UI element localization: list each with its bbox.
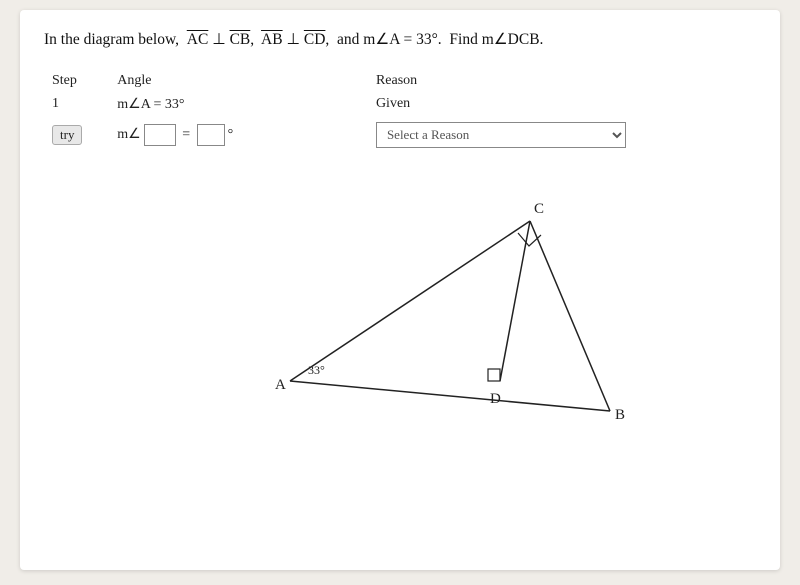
header-reason: Reason bbox=[368, 71, 756, 93]
header-angle: Angle bbox=[109, 71, 368, 93]
main-page: In the diagram below, AC ⊥ CB, AB ⊥ CD, … bbox=[20, 10, 780, 570]
find-text: Find m∠DCB. bbox=[449, 31, 543, 48]
equals-sign: = bbox=[179, 127, 194, 143]
angle-33-label: 33° bbox=[308, 363, 325, 377]
reason-select[interactable]: Select a ReasonGivenDefinition of Perpen… bbox=[376, 122, 626, 148]
segment-cd: CD bbox=[304, 31, 326, 48]
geometry-diagram: A B C D 33° bbox=[160, 161, 640, 441]
problem-prefix: In the diagram below, bbox=[44, 31, 179, 48]
label-d: D bbox=[490, 391, 501, 407]
diagram-area: A B C D 33° bbox=[44, 161, 756, 441]
segment-cb: CB bbox=[230, 31, 251, 48]
header-step: Step bbox=[44, 71, 109, 93]
segment-ab: AB bbox=[261, 31, 283, 48]
problem-text: In the diagram below, AC ⊥ CB, AB ⊥ CD, … bbox=[44, 28, 756, 53]
reason-1: Given bbox=[368, 93, 756, 116]
step-1: 1 bbox=[44, 93, 109, 116]
try-row: try m∠ = ° Select a ReasonGivenDefinitio… bbox=[44, 116, 756, 151]
angle-value-input[interactable] bbox=[197, 124, 225, 146]
m-angle-label: m∠ bbox=[117, 126, 140, 143]
segment-ac: AC bbox=[187, 31, 209, 48]
angle-1: m∠A = 33° bbox=[109, 93, 368, 116]
angle-input-group: m∠ = ° bbox=[117, 124, 233, 146]
try-button[interactable]: try bbox=[52, 125, 82, 145]
try-angle-cell: m∠ = ° bbox=[109, 116, 368, 151]
try-reason-cell: Select a ReasonGivenDefinition of Perpen… bbox=[368, 116, 756, 151]
label-c: C bbox=[534, 201, 544, 217]
try-cell: try bbox=[44, 116, 109, 151]
angle-name-input[interactable] bbox=[144, 124, 176, 146]
table-row: 1 m∠A = 33° Given bbox=[44, 93, 756, 116]
degree-symbol: ° bbox=[228, 127, 234, 143]
label-b: B bbox=[615, 407, 625, 423]
label-a: A bbox=[275, 377, 286, 393]
proof-table: Step Angle Reason 1 m∠A = 33° Given try … bbox=[44, 71, 756, 151]
